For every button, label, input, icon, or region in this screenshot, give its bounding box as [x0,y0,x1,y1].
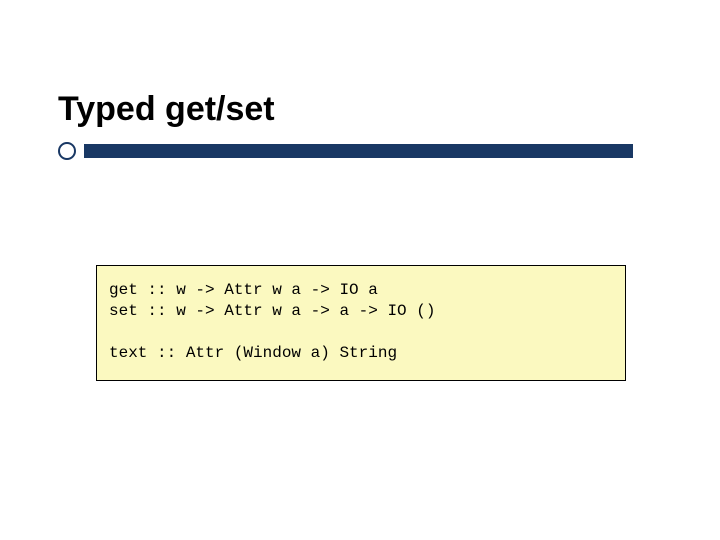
code-line-2: set :: w -> Attr w a -> a -> IO () [109,301,613,322]
underline-bar [84,144,633,158]
bullet-icon [58,142,76,160]
slide-title: Typed get/set [58,90,275,129]
code-line-1: get :: w -> Attr w a -> IO a [109,280,613,301]
code-box: get :: w -> Attr w a -> IO a set :: w ->… [96,265,626,381]
title-underline [58,138,633,164]
slide: Typed get/set get :: w -> Attr w a -> IO… [0,0,720,540]
code-blank-line [109,322,613,343]
code-line-3: text :: Attr (Window a) String [109,343,613,364]
